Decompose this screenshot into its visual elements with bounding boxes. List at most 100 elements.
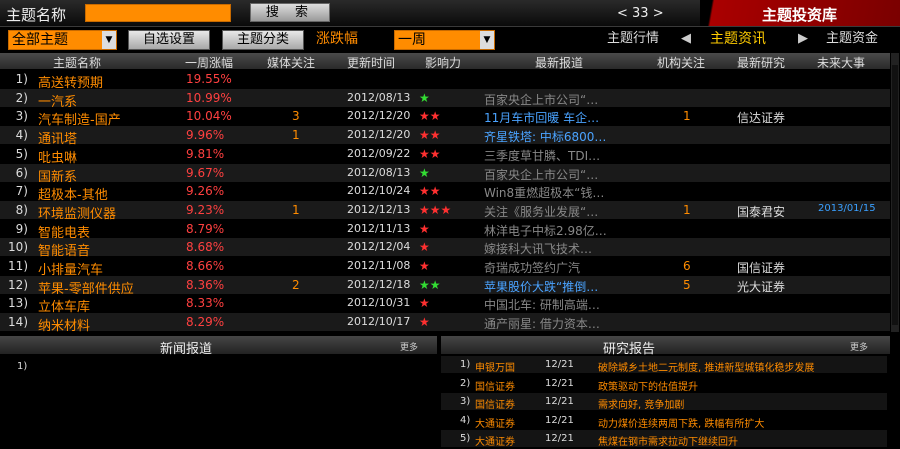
search-input[interactable] bbox=[85, 4, 231, 22]
research-title[interactable]: 破除城乡土地二元制度, 推进新型城镇化稳步发展 bbox=[598, 359, 814, 374]
news-panel-header: 新闻报道 更多 bbox=[0, 337, 437, 357]
research-title[interactable]: 政策驱动下的估值提升 bbox=[598, 378, 698, 393]
research-row[interactable]: 5) 大通证券 12/21 焦煤在钢市需求拉动下继续回升 bbox=[441, 430, 887, 448]
cell-news[interactable]: 百家央企上市公司“… bbox=[484, 166, 598, 183]
table-row[interactable]: 12) 苹果-零部件供应 8.36% 2 2012/12/18 ★★ 苹果股价大跌“推倒… 5… bbox=[0, 275, 890, 297]
cell-inst: 1 bbox=[683, 202, 691, 217]
research-panel: 研究报告 更多 1) 申银万国 12/21 破除城乡土地二元制度, 推进新型城镇化稳步… bbox=[441, 336, 890, 449]
search-button[interactable]: 搜 索 bbox=[250, 3, 330, 22]
research-row[interactable]: 3) 国信证券 12/21 需求向好, 竞争加剧 bbox=[441, 393, 887, 411]
theme-select[interactable]: 全部主题 ▼ bbox=[8, 30, 117, 50]
cell-pct: 10.99% bbox=[186, 90, 232, 105]
cell-research: 信达证券 bbox=[737, 111, 786, 126]
cell-news[interactable]: 关注《服务业发展“… bbox=[484, 203, 598, 220]
research-title[interactable]: 焦煤在钢市需求拉动下继续回升 bbox=[598, 433, 738, 448]
cell-pct: 8.66% bbox=[186, 259, 225, 273]
cell-news[interactable]: 奇瑞成功签约广汽 bbox=[484, 259, 580, 276]
cell-time: 2012/12/20 bbox=[347, 128, 411, 142]
top-bar: 主题名称 搜 索 < 33 > 主题投资库 bbox=[0, 0, 900, 27]
research-date: 12/21 bbox=[545, 396, 574, 407]
news-panel-title: 新闻报道 bbox=[160, 342, 213, 357]
cell-news[interactable]: 苹果股价大跌“推倒… bbox=[484, 278, 598, 295]
cell-time: 2012/10/31 bbox=[347, 296, 411, 310]
col-header[interactable]: 更新时间 bbox=[347, 54, 395, 71]
cell-time: 2012/12/04 bbox=[347, 240, 411, 254]
research-row[interactable]: 1) 申银万国 12/21 破除城乡土地二元制度, 推进新型城镇化稳步发展 bbox=[441, 356, 887, 374]
cell-stars: ★★ bbox=[419, 146, 441, 161]
cell-idx: 11) bbox=[8, 259, 28, 273]
research-row[interactable]: 4) 大通证券 12/21 动力煤价连续两周下跌, 跌幅有所扩大 bbox=[441, 411, 887, 430]
cell-idx: 13) bbox=[8, 296, 28, 311]
cell-idx: 14) bbox=[8, 315, 28, 330]
col-header[interactable]: 机构关注 bbox=[657, 54, 705, 71]
nav-theme-info[interactable]: 主题资讯 bbox=[710, 30, 766, 48]
research-org: 大通证券 bbox=[475, 437, 515, 448]
nav-theme-funds[interactable]: 主题资金 bbox=[826, 30, 878, 48]
cell-news[interactable]: 11月车市回暖 车企… bbox=[484, 109, 599, 126]
cell-news[interactable]: 齐星铁塔: 中标6800… bbox=[484, 128, 606, 145]
research-org: 国信证券 bbox=[475, 400, 515, 411]
cell-media: 3 bbox=[292, 109, 300, 124]
table-row[interactable]: 4) 通讯塔 9.96% 1 2012/12/20 ★★ 齐星铁塔: 中标6800… bbox=[0, 126, 890, 147]
news-panel: 新闻报道 更多 1) bbox=[0, 336, 437, 449]
research-title[interactable]: 动力煤价连续两周下跌, 跌幅有所扩大 bbox=[598, 415, 764, 430]
cell-time: 2012/12/13 bbox=[347, 202, 411, 216]
table-row[interactable]: 3) 汽车制造-国产 10.04% 3 2012/12/20 ★★ 11月车市回暖 车企… 1… bbox=[0, 107, 890, 128]
cell-time: 2012/10/24 bbox=[347, 184, 411, 198]
table-row[interactable]: 10) 智能语音 8.68% 2012/12/04 ★ 嫁接科大讯飞技术… bbox=[0, 238, 890, 259]
cell-news[interactable]: 通产丽星: 借力资本… bbox=[484, 315, 600, 332]
custom-settings-button[interactable]: 自选设置 bbox=[128, 30, 210, 50]
nav-theme-market[interactable]: 主题行情 bbox=[607, 30, 659, 48]
col-header[interactable]: 主题名称 bbox=[53, 54, 101, 71]
cell-stars: ★ bbox=[419, 259, 430, 273]
cell-stars: ★★ bbox=[419, 128, 441, 143]
page-indicator[interactable]: < 33 > bbox=[617, 6, 664, 21]
theme-category-button[interactable]: 主题分类 bbox=[222, 30, 304, 50]
cell-time: 2012/12/20 bbox=[347, 109, 411, 123]
news-item-index: 1) bbox=[17, 361, 28, 372]
cell-news[interactable]: 百家央企上市公司“… bbox=[484, 91, 598, 108]
table-scrollbar[interactable] bbox=[891, 53, 899, 332]
table-row[interactable]: 9) 智能电表 8.79% 2012/11/13 ★ 林洋电子中标2.98亿… bbox=[0, 219, 890, 241]
col-header[interactable]: 最新报道 bbox=[535, 54, 583, 71]
research-idx: 5) bbox=[460, 433, 471, 444]
col-header[interactable]: 最新研究 bbox=[737, 54, 785, 71]
cell-idx: 2) bbox=[15, 90, 28, 105]
prev-arrow-icon[interactable]: ◀ bbox=[681, 30, 691, 48]
period-select-value: 一周 bbox=[398, 32, 426, 48]
cell-idx: 3) bbox=[15, 109, 28, 124]
news-more-link[interactable]: 更多 bbox=[400, 340, 418, 353]
scrollbar-track[interactable] bbox=[892, 65, 898, 325]
period-select[interactable]: 一周 ▼ bbox=[394, 30, 495, 50]
theme-select-value: 全部主题 bbox=[12, 32, 68, 48]
table-row[interactable]: 2) 一汽系 10.99% 2012/08/13 ★ 百家央企上市公司“… bbox=[0, 88, 890, 110]
cell-name[interactable]: 纳米材料 bbox=[38, 315, 90, 334]
cell-news[interactable]: 林洋电子中标2.98亿… bbox=[484, 222, 607, 239]
table-row[interactable]: 11) 小排量汽车 8.66% 2012/11/08 ★ 奇瑞成功签约广汽 6 国信证券 bbox=[0, 257, 890, 278]
col-header[interactable]: 未来大事 bbox=[817, 54, 865, 71]
table-row[interactable]: 8) 环境监测仪器 9.23% 1 2012/12/13 ★★★ 关注《服务业发展“… 1 国泰… bbox=[0, 200, 890, 222]
cell-news[interactable]: 嫁接科大讯飞技术… bbox=[484, 240, 592, 257]
cell-stars: ★★ bbox=[419, 277, 441, 292]
next-arrow-icon[interactable]: ▶ bbox=[798, 30, 808, 48]
research-idx: 2) bbox=[460, 377, 471, 389]
research-more-link[interactable]: 更多 bbox=[850, 340, 868, 353]
research-title[interactable]: 需求向好, 竞争加剧 bbox=[598, 396, 684, 411]
cell-news[interactable]: 中国北车: 研制高端… bbox=[484, 296, 600, 313]
cell-media: 2 bbox=[292, 277, 300, 292]
table-row[interactable]: 5) 吡虫啉 9.81% 2012/09/22 ★★ 三季度草甘膦、TDI… bbox=[0, 144, 890, 166]
cell-news[interactable]: 三季度草甘膦、TDI… bbox=[484, 147, 600, 164]
table-row[interactable]: 7) 超极本-其他 9.26% 2012/10/24 ★★ Win8重燃超极本“钱… bbox=[0, 182, 890, 203]
sort-label: 涨跌幅 bbox=[316, 31, 358, 47]
research-row[interactable]: 2) 国信证券 12/21 政策驱动下的估值提升 bbox=[441, 374, 887, 393]
table-row[interactable]: 14) 纳米材料 8.29% 2012/10/17 ★ 通产丽星: 借力资本… bbox=[0, 313, 890, 334]
cell-news[interactable]: Win8重燃超极本“钱… bbox=[484, 184, 604, 201]
col-header[interactable]: 一周涨幅 bbox=[185, 54, 233, 71]
col-header[interactable]: 影响力 bbox=[425, 54, 461, 71]
cell-pct: 8.29% bbox=[186, 315, 225, 330]
table-row[interactable]: 6) 国新系 9.67% 2012/08/13 ★ 百家央企上市公司“… bbox=[0, 163, 890, 185]
table-row[interactable]: 13) 立体车库 8.33% 2012/10/31 ★ 中国北车: 研制高端… bbox=[0, 294, 890, 315]
chevron-down-icon: ▼ bbox=[480, 31, 494, 49]
table-row[interactable]: 1) 高送转预期 19.55% bbox=[0, 70, 890, 91]
col-header[interactable]: 媒体关注 bbox=[267, 54, 315, 71]
